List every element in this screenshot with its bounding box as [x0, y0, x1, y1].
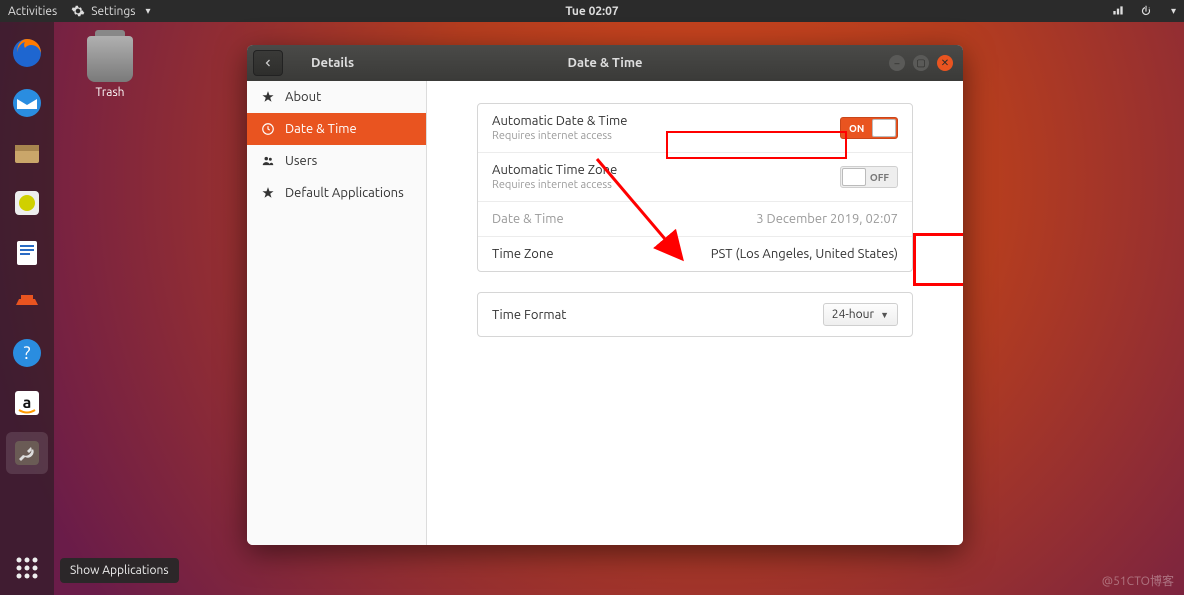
chevron-down-icon: ▾	[1171, 5, 1176, 17]
sidebar-item-label: About	[285, 90, 321, 104]
dock-show-applications[interactable]	[6, 547, 48, 589]
row-auto-datetime[interactable]: Automatic Date & Time Requires internet …	[478, 104, 912, 152]
svg-text:?: ?	[23, 343, 30, 363]
switch-on-label: ON	[849, 123, 864, 134]
dock-rhythmbox[interactable]	[6, 182, 48, 224]
row-timezone[interactable]: Time Zone PST (Los Angeles, United State…	[478, 236, 912, 271]
sidebar-item-users[interactable]: Users	[247, 145, 426, 177]
timezone-value: PST (Los Angeles, United States)	[711, 247, 898, 261]
annotation-highlight-timezone	[913, 233, 963, 286]
activities-button[interactable]: Activities	[8, 5, 57, 18]
dock-thunderbird[interactable]	[6, 82, 48, 124]
settings-window: Details Date & Time – ▢ ✕ About Date & T…	[247, 45, 963, 545]
maximize-button[interactable]: ▢	[913, 55, 929, 71]
svg-text:a: a	[23, 394, 32, 412]
show-applications-tooltip: Show Applications	[60, 558, 179, 583]
users-icon	[261, 154, 275, 168]
network-icon[interactable]	[1111, 4, 1125, 18]
star-icon	[261, 90, 275, 104]
timeformat-panel: Time Format 24-hour ▼	[477, 292, 913, 337]
dock-files[interactable]	[6, 132, 48, 174]
timezone-label: Time Zone	[492, 247, 554, 261]
gear-icon	[71, 4, 85, 18]
trash-icon	[87, 36, 133, 82]
minimize-button[interactable]: –	[889, 55, 905, 71]
datetime-value: 3 December 2019, 02:07	[756, 212, 898, 226]
image-watermark: @51CTO博客	[1102, 572, 1174, 589]
dock-firefox[interactable]	[6, 32, 48, 74]
sidebar-item-about[interactable]: About	[247, 81, 426, 113]
power-icon[interactable]	[1139, 4, 1153, 18]
row-timeformat: Time Format 24-hour ▼	[478, 293, 912, 336]
sidebar-item-default-apps[interactable]: Default Applications	[247, 177, 426, 209]
row-auto-timezone[interactable]: Automatic Time Zone Requires internet ac…	[478, 152, 912, 201]
row-datetime: Date & Time 3 December 2019, 02:07	[478, 201, 912, 236]
back-button[interactable]	[253, 50, 283, 76]
close-button[interactable]: ✕	[937, 55, 953, 71]
settings-content: Automatic Date & Time Requires internet …	[427, 81, 963, 545]
sidebar-item-label: Users	[285, 154, 317, 168]
auto-datetime-switch[interactable]: ON	[840, 117, 898, 139]
dock-libreoffice-writer[interactable]	[6, 232, 48, 274]
window-title: Date & Time	[247, 56, 963, 70]
auto-timezone-label: Automatic Time Zone	[492, 163, 617, 177]
settings-sidebar: About Date & Time Users Default Applicat…	[247, 81, 427, 545]
timeformat-label: Time Format	[492, 308, 566, 322]
clock[interactable]: Tue 02:07	[565, 5, 618, 18]
timeformat-value: 24-hour	[832, 308, 874, 321]
star-icon	[261, 186, 275, 200]
chevron-down-icon: ▼	[880, 310, 889, 320]
datetime-label: Date & Time	[492, 212, 564, 226]
app-menu-label: Settings	[91, 5, 135, 18]
switch-knob	[842, 168, 866, 186]
timeformat-combo[interactable]: 24-hour ▼	[823, 303, 898, 326]
auto-timezone-sub: Requires internet access	[492, 179, 617, 191]
sidebar-item-label: Default Applications	[285, 186, 404, 200]
top-bar: Activities Settings ▾ Tue 02:07 ▾	[0, 0, 1184, 22]
chevron-left-icon	[262, 57, 274, 69]
dock-ubuntu-software[interactable]	[6, 282, 48, 324]
dock-amazon[interactable]: a	[6, 382, 48, 424]
chevron-down-icon: ▾	[145, 5, 150, 17]
switch-off-label: OFF	[870, 172, 889, 183]
dock-help[interactable]: ?	[6, 332, 48, 374]
sidebar-item-date-time[interactable]: Date & Time	[247, 113, 426, 145]
desktop-trash[interactable]: Trash	[80, 36, 140, 99]
auto-timezone-switch[interactable]: OFF	[840, 166, 898, 188]
auto-datetime-sub: Requires internet access	[492, 130, 627, 142]
switch-knob	[872, 119, 896, 137]
sidebar-item-label: Date & Time	[285, 122, 357, 136]
clock-icon	[261, 122, 275, 136]
dock-settings[interactable]	[6, 432, 48, 474]
window-titlebar[interactable]: Details Date & Time – ▢ ✕	[247, 45, 963, 81]
auto-datetime-label: Automatic Date & Time	[492, 114, 627, 128]
desktop-trash-label: Trash	[80, 86, 140, 99]
dock: ? a	[0, 22, 54, 595]
sidebar-title: Details	[311, 56, 354, 70]
datetime-panel: Automatic Date & Time Requires internet …	[477, 103, 913, 272]
app-menu-button[interactable]: Settings ▾	[71, 4, 150, 18]
